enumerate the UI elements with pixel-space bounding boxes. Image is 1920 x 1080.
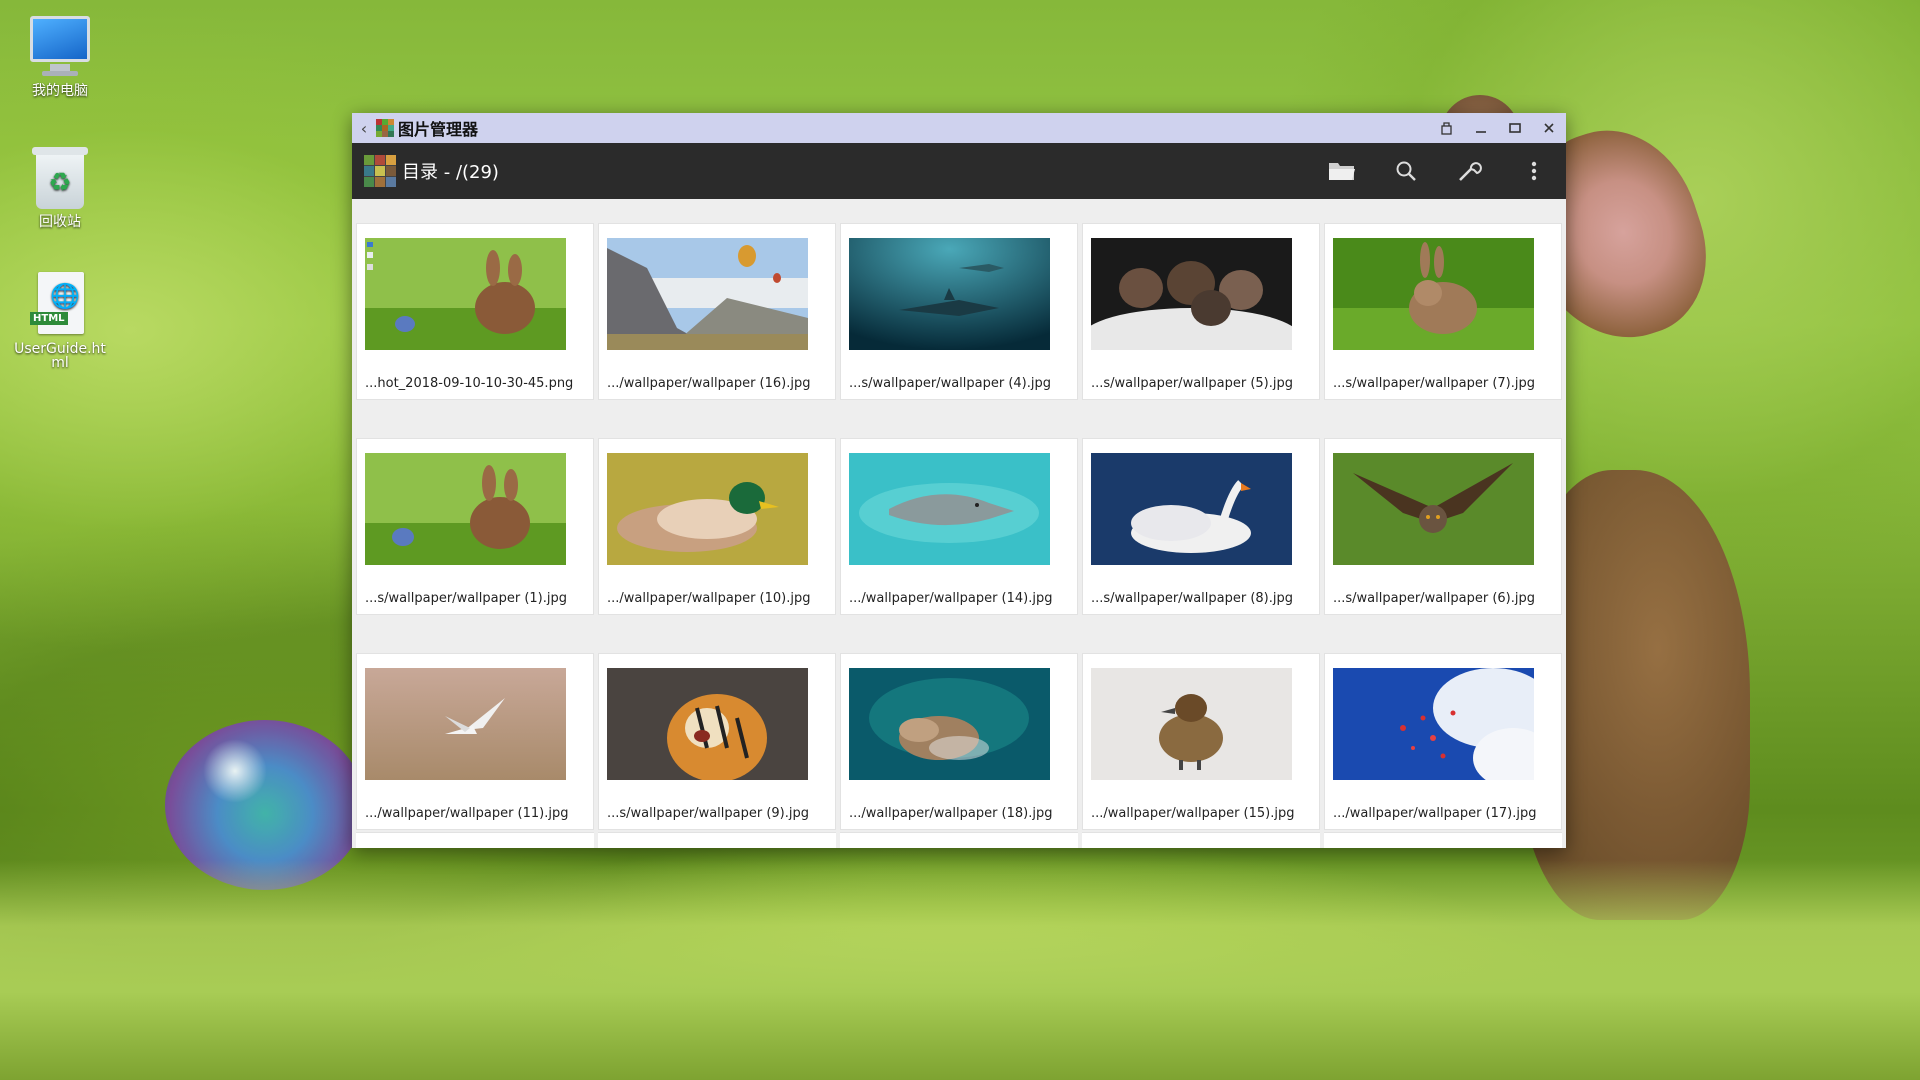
image-item[interactable]: .../wallpaper/wallpaper (10).jpg — [598, 438, 836, 615]
next-row-peek — [356, 832, 1562, 848]
app-icon — [376, 119, 394, 137]
image-item[interactable]: ...s/wallpaper/wallpaper (6).jpg — [1324, 438, 1562, 615]
image-item[interactable]: .../wallpaper/wallpaper (16).jpg — [598, 223, 836, 400]
desktop-icon-my-computer[interactable]: 我的电脑 — [10, 14, 110, 98]
window-title: 图片管理器 — [398, 120, 479, 139]
wrench-icon[interactable] — [1438, 143, 1502, 199]
image-item[interactable]: .../wallpaper/wallpaper (17).jpg — [1324, 653, 1562, 830]
image-item[interactable]: .../wallpaper/wallpaper (15).jpg — [1082, 653, 1320, 830]
desktop-icon-recycle-bin[interactable]: ♻ 回收站 — [10, 145, 110, 229]
wallpaper-grass — [0, 860, 1920, 1080]
html-file-icon: 🌐 HTML — [28, 272, 92, 336]
recycle-bin-icon: ♻ — [28, 145, 92, 209]
minimize-icon[interactable] — [1464, 113, 1498, 143]
image-caption: .../wallpaper/wallpaper (16).jpg — [607, 376, 811, 391]
thumbnail-rabbit — [1333, 238, 1534, 350]
image-item[interactable]: ...s/wallpaper/wallpaper (8).jpg — [1082, 438, 1320, 615]
thumbnail-gull — [365, 668, 566, 780]
pin-icon[interactable] — [1430, 113, 1464, 143]
image-grid-area: ...hot_2018-09-10-10-30-45.png .../wallp… — [352, 199, 1566, 848]
thumbnail-duckling — [1091, 668, 1292, 780]
image-item[interactable]: ...s/wallpaper/wallpaper (9).jpg — [598, 653, 836, 830]
image-item[interactable]: .../wallpaper/wallpaper (14).jpg — [840, 438, 1078, 615]
thumbnail-owl — [1333, 453, 1534, 565]
app-toolbar: 目录 - /(29) — [352, 143, 1566, 199]
thumbnail-bunny-screenshot — [365, 238, 566, 350]
thumbnail-rocks-sea — [849, 668, 1050, 780]
window-titlebar[interactable]: ‹ 图片管理器 — [352, 113, 1566, 143]
thumbnail-shark — [849, 238, 1050, 350]
image-caption: .../wallpaper/wallpaper (17).jpg — [1333, 806, 1537, 821]
desktop-icon-label: 回收站 — [39, 214, 81, 230]
image-caption: ...s/wallpaper/wallpaper (8).jpg — [1091, 591, 1293, 606]
image-grid: ...hot_2018-09-10-10-30-45.png .../wallp… — [356, 223, 1562, 830]
thumbnail-swan — [1091, 453, 1292, 565]
image-item[interactable]: ...s/wallpaper/wallpaper (7).jpg — [1324, 223, 1562, 400]
thumbnail-kittens — [1091, 238, 1292, 350]
gallery-app-icon — [364, 155, 396, 187]
image-item[interactable]: ...hot_2018-09-10-10-30-45.png — [356, 223, 594, 400]
image-caption: ...s/wallpaper/wallpaper (6).jpg — [1333, 591, 1535, 606]
maximize-icon[interactable] — [1498, 113, 1532, 143]
image-caption: ...s/wallpaper/wallpaper (7).jpg — [1333, 376, 1535, 391]
thumbnail-bunny-egg — [365, 453, 566, 565]
thumbnail-duck — [607, 453, 808, 565]
folder-icon[interactable] — [1310, 143, 1374, 199]
close-icon[interactable] — [1532, 113, 1566, 143]
image-caption: .../wallpaper/wallpaper (11).jpg — [365, 806, 569, 821]
image-caption: ...s/wallpaper/wallpaper (5).jpg — [1091, 376, 1293, 391]
image-item[interactable]: ...s/wallpaper/wallpaper (5).jpg — [1082, 223, 1320, 400]
image-item[interactable]: ...s/wallpaper/wallpaper (4).jpg — [840, 223, 1078, 400]
desktop-icon-label: UserGuide.html — [14, 341, 106, 371]
thumbnail-mountain-balloons — [607, 238, 808, 350]
image-manager-window: ‹ 图片管理器 目录 - /(29) ...hot_2018-09-10-10-… — [352, 113, 1566, 848]
more-vert-icon[interactable] — [1502, 143, 1566, 199]
image-caption: .../wallpaper/wallpaper (15).jpg — [1091, 806, 1295, 821]
search-icon[interactable] — [1374, 143, 1438, 199]
back-icon[interactable]: ‹ — [352, 119, 376, 138]
desktop-icon-label: 我的电脑 — [32, 83, 88, 99]
image-caption: ...s/wallpaper/wallpaper (4).jpg — [849, 376, 1051, 391]
desktop-icon-userguide[interactable]: 🌐 HTML UserGuide.html — [10, 272, 110, 370]
image-item[interactable]: .../wallpaper/wallpaper (11).jpg — [356, 653, 594, 830]
directory-title: 目录 - /(29) — [402, 162, 499, 183]
thumbnail-dolphin — [849, 453, 1050, 565]
thumbnail-tiger — [607, 668, 808, 780]
computer-icon — [28, 14, 92, 78]
image-caption: ...hot_2018-09-10-10-30-45.png — [365, 376, 574, 391]
desktop: 我的电脑 ♻ 回收站 🌐HTML UserGuide.html ‹ 图片管理器 — [0, 0, 1920, 1080]
image-caption: .../wallpaper/wallpaper (14).jpg — [849, 591, 1053, 606]
image-caption: ...s/wallpaper/wallpaper (1).jpg — [365, 591, 567, 606]
thumbnail-sky-hearts — [1333, 668, 1534, 780]
image-caption: .../wallpaper/wallpaper (18).jpg — [849, 806, 1053, 821]
image-caption: ...s/wallpaper/wallpaper (9).jpg — [607, 806, 809, 821]
image-caption: .../wallpaper/wallpaper (10).jpg — [607, 591, 811, 606]
image-item[interactable]: .../wallpaper/wallpaper (18).jpg — [840, 653, 1078, 830]
image-item[interactable]: ...s/wallpaper/wallpaper (1).jpg — [356, 438, 594, 615]
